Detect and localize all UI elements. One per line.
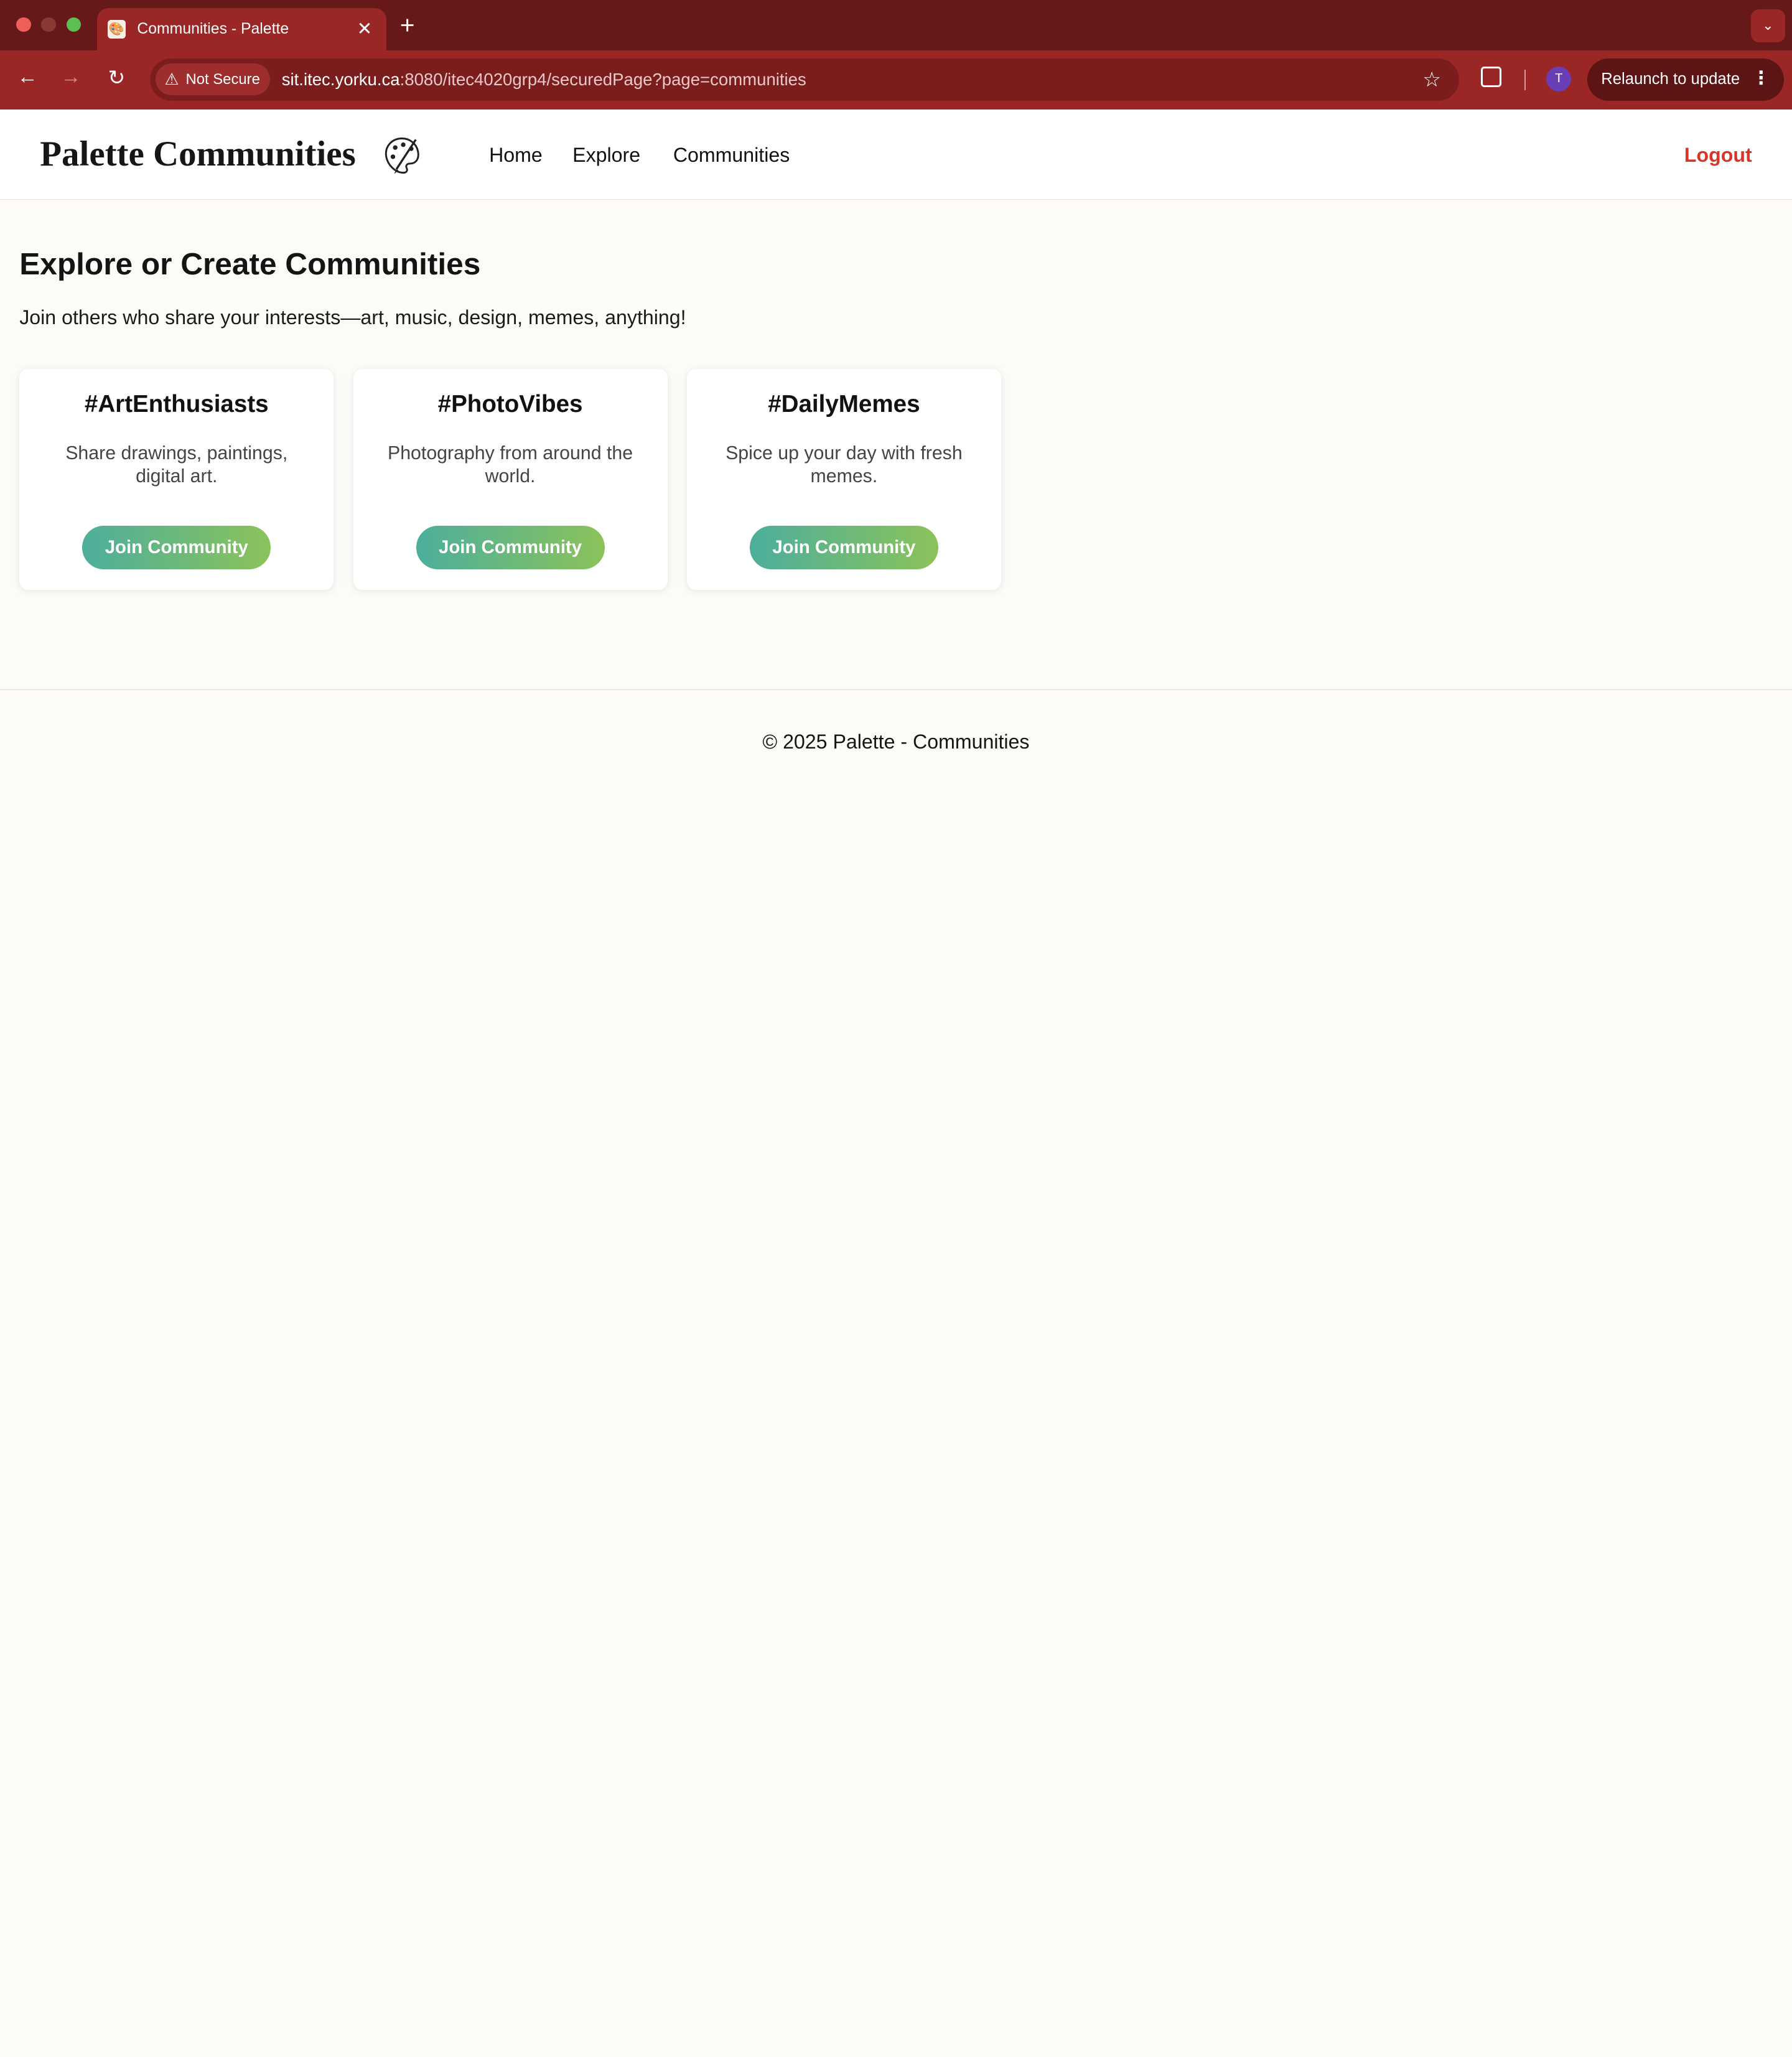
community-name: #PhotoVibes [437,391,583,418]
site-header: Palette Communities Home Explore Communi… [0,110,1792,200]
footer-copyright: © 2025 Palette - Communities [762,730,1030,753]
site-brand[interactable]: Palette Communities [40,134,355,174]
bookmark-star-icon[interactable]: ☆ [1422,67,1441,92]
join-community-button[interactable]: Join Community [749,525,938,569]
browser-window: 🎨 Communities - Palette ✕ + ⌄ ← → ↻ ⚠ No… [0,0,1792,1120]
join-community-button[interactable]: Join Community [416,525,605,569]
palette-favicon-icon: 🎨 [107,20,126,39]
close-window-button[interactable] [16,17,31,32]
page-subtitle: Join others who share your interests—art… [19,306,686,329]
community-card: #ArtEnthusiasts Share drawings, painting… [19,369,334,590]
more-menu-icon[interactable]: ⋮ [1752,67,1770,89]
extensions-puzzle-icon[interactable] [1481,66,1502,87]
tab-search-button[interactable]: ⌄ [1750,9,1785,42]
community-name: #ArtEnthusiasts [84,391,269,418]
new-tab-button[interactable]: + [400,11,415,40]
page-title: Explore or Create Communities [19,246,481,281]
url-path: :8080/itec4020grp4/securedPage?page=comm… [399,69,806,89]
community-card: #PhotoVibes Photography from around the … [353,369,668,590]
community-description: Spice up your day with fresh memes. [726,442,963,487]
back-arrow-icon[interactable]: ← [14,65,41,89]
reload-icon[interactable]: ↻ [103,65,130,90]
community-name: #DailyMemes [768,391,920,418]
join-community-button[interactable]: Join Community [82,525,271,569]
url-host: sit.itec.yorku.ca [281,69,400,89]
community-description: Photography from around the world. [388,442,633,487]
security-label: Not Secure [185,70,260,88]
url-text[interactable]: sit.itec.yorku.ca:8080/itec4020grp4/secu… [282,70,806,90]
active-tab[interactable]: 🎨 Communities - Palette ✕ [97,7,386,50]
minimize-window-button[interactable] [41,17,56,32]
artist-palette-icon [385,137,420,174]
maximize-window-button[interactable] [66,17,82,32]
toolbar-divider [1524,70,1526,91]
relaunch-label: Relaunch to update [1601,70,1740,88]
tab-strip: 🎨 Communities - Palette ✕ + ⌄ [0,0,1792,50]
nav-home[interactable]: Home [489,144,543,167]
forward-arrow-icon[interactable]: → [57,65,85,89]
tab-title: Communities - Palette [137,20,289,37]
footer-divider [0,689,1792,691]
nav-communities[interactable]: Communities [673,144,790,167]
relaunch-button[interactable]: Relaunch to update ⋮ [1587,58,1785,101]
chevron-down-icon: ⌄ [1762,17,1774,34]
address-bar[interactable]: ⚠ Not Secure sit.itec.yorku.ca:8080/itec… [149,58,1460,101]
browser-toolbar: ← → ↻ ⚠ Not Secure sit.itec.yorku.ca:808… [0,50,1792,110]
logout-link[interactable]: Logout [1684,144,1752,167]
nav-explore[interactable]: Explore [572,144,640,167]
profile-avatar[interactable]: T [1546,66,1572,91]
community-description: Share drawings, paintings, digital art. [65,442,288,487]
warning-icon: ⚠ [164,70,179,88]
community-card: #DailyMemes Spice up your day with fresh… [686,369,1001,590]
security-indicator[interactable]: ⚠ Not Secure [155,63,271,96]
tab-close-icon[interactable]: ✕ [354,18,375,40]
